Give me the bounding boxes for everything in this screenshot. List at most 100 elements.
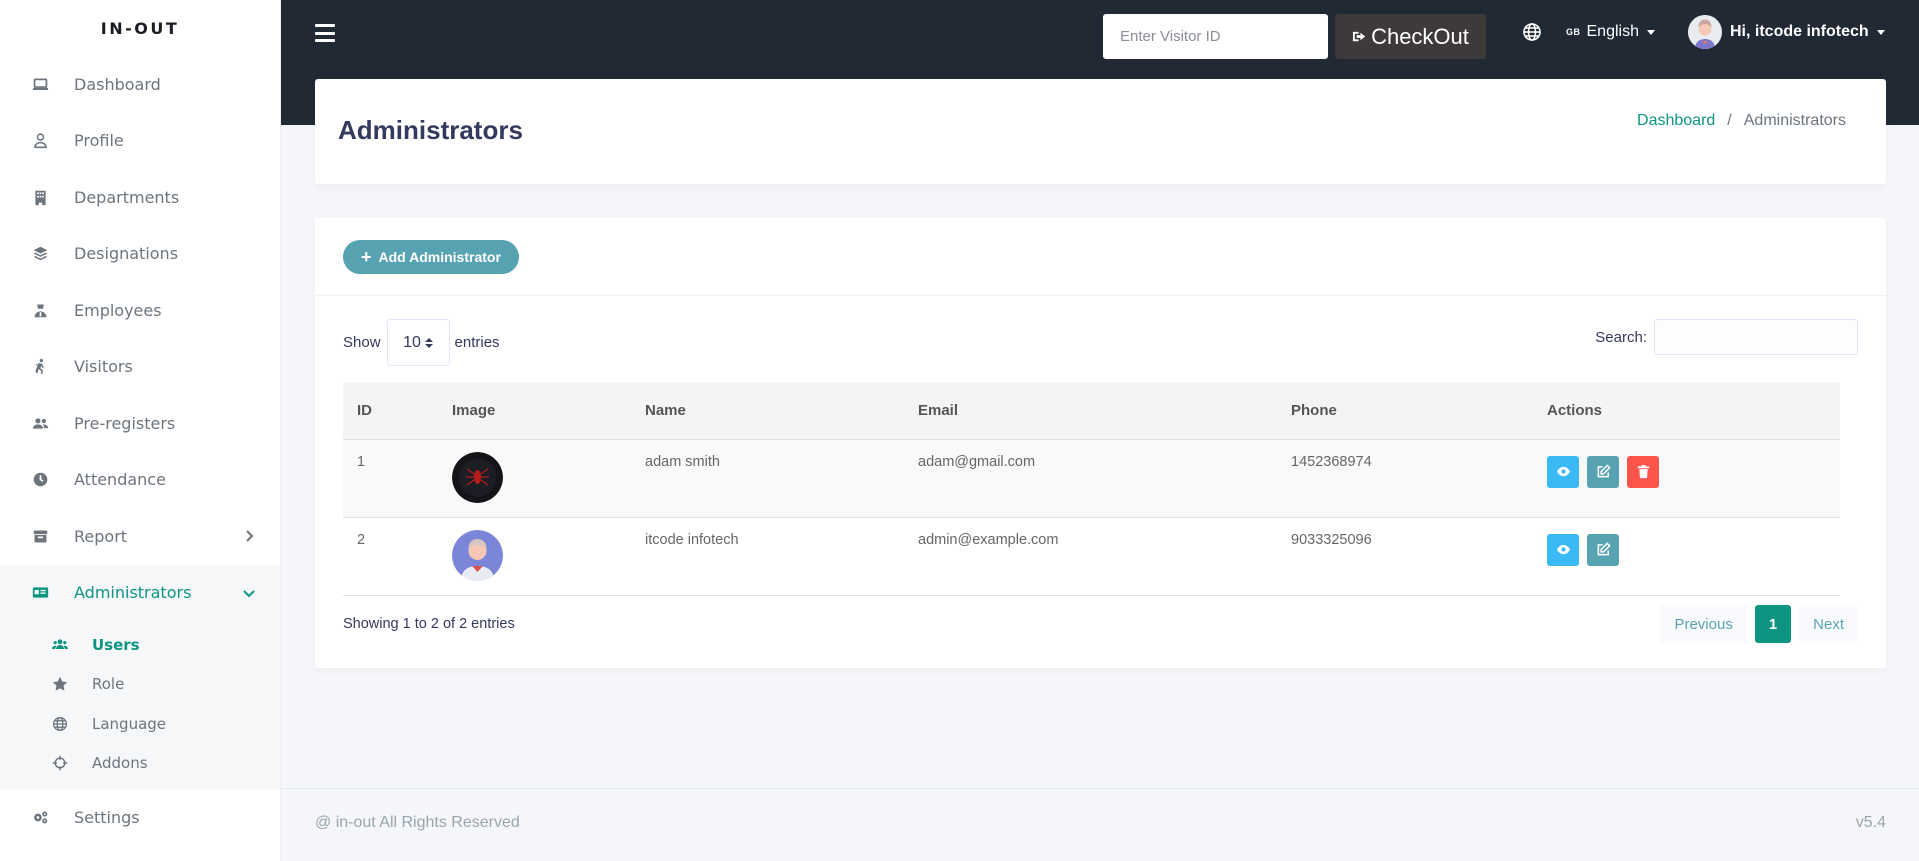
sidebar-item-label: Visitors	[74, 357, 133, 377]
sidebar-subitem-language[interactable]: Language	[0, 704, 280, 744]
sidebar-item-dashboard[interactable]: Dashboard	[0, 56, 280, 113]
plus-icon: +	[361, 247, 372, 267]
trash-icon	[1637, 464, 1649, 479]
pagination-page-1[interactable]: 1	[1754, 605, 1792, 643]
walking-icon	[30, 357, 50, 377]
cell-id: 2	[357, 531, 366, 548]
cell-image	[438, 517, 631, 595]
checkout-label: CheckOut	[1371, 23, 1469, 49]
view-button[interactable]	[1547, 455, 1579, 488]
eye-icon	[1556, 466, 1570, 477]
users-icon	[30, 413, 50, 433]
sidebar-subitem-label: Language	[92, 714, 167, 733]
menu-toggle-icon[interactable]	[315, 24, 335, 42]
sidebar-item-label: Employees	[74, 300, 162, 320]
sidebar-item-label: Dashboard	[74, 74, 161, 94]
chevron-right-icon	[246, 530, 254, 542]
archive-icon	[30, 526, 50, 546]
cell-name: adam smith	[645, 453, 720, 470]
column-header-email[interactable]: Email	[904, 382, 1277, 439]
breadcrumb-dashboard[interactable]: Dashboard	[1637, 112, 1715, 130]
language-dropdown[interactable]: GB English	[1566, 20, 1655, 44]
column-header-image[interactable]: Image	[438, 382, 631, 439]
edit-icon	[1597, 464, 1611, 478]
cell-image	[438, 439, 631, 517]
table-header-row: ID Image Name Email Phone Actions	[343, 382, 1840, 439]
pagination-previous[interactable]: Previous	[1660, 605, 1747, 643]
user-tie-icon	[30, 300, 50, 320]
view-button[interactable]	[1547, 533, 1579, 566]
entries-select[interactable]: 10	[386, 319, 450, 366]
cell-email: adam@gmail.com	[918, 453, 1036, 470]
card-header: + Add Administrator	[315, 218, 1886, 296]
checkout-button[interactable]: CheckOut	[1335, 14, 1486, 59]
user-icon	[30, 131, 50, 151]
users-icon	[50, 636, 70, 654]
sidebar-item-attendance[interactable]: Attendance	[0, 452, 280, 509]
footer-copyright: @ in-out All Rights Reserved	[315, 814, 520, 831]
sidebar-item-report[interactable]: Report	[0, 508, 280, 565]
sidebar-nav: Dashboard Profile Departments Designatio…	[0, 56, 280, 621]
page-header: Administrators Dashboard / Administrator…	[315, 79, 1886, 184]
sidebar-subitem-role[interactable]: Role	[0, 665, 280, 705]
entries-value: 10	[403, 333, 421, 351]
building-icon	[30, 187, 50, 207]
search-label: Search:	[1595, 328, 1647, 346]
column-header-name[interactable]: Name	[631, 382, 904, 439]
avatar	[1688, 15, 1722, 49]
visitor-id-input[interactable]	[1103, 14, 1328, 59]
table-search: Search:	[1595, 319, 1858, 355]
sidebar-item-label: Report	[74, 526, 128, 546]
layers-icon	[30, 244, 50, 264]
sidebar-item-designations[interactable]: Designations	[0, 226, 280, 283]
avatar	[452, 451, 503, 503]
sidebar-item-label: Departments	[74, 187, 180, 207]
edit-button[interactable]	[1587, 533, 1619, 566]
delete-button[interactable]	[1627, 455, 1659, 488]
entries-length-control: Show 10 entries	[343, 319, 500, 366]
clock-icon	[30, 470, 50, 490]
pagination-next[interactable]: Next	[1799, 605, 1858, 643]
sidebar-item-administrators[interactable]: Administrators	[0, 564, 280, 621]
sidebar-subitem-addons[interactable]: Addons	[0, 744, 280, 784]
administrators-submenu: Users Role Language Addons	[0, 621, 280, 789]
brand-logo[interactable]: IN-OUT	[0, 0, 280, 56]
breadcrumb-current: Administrators	[1743, 112, 1846, 129]
user-dropdown[interactable]: Hi, itcode infotech	[1688, 14, 1885, 50]
column-header-id[interactable]: ID	[343, 382, 438, 439]
caret-down-icon	[1876, 29, 1885, 35]
sidebar-item-visitors[interactable]: Visitors	[0, 339, 280, 396]
add-administrator-button[interactable]: + Add Administrator	[343, 240, 519, 274]
sidebar-item-employees[interactable]: Employees	[0, 282, 280, 339]
sidebar-subitem-label: Addons	[92, 754, 148, 773]
cell-actions	[1533, 517, 1840, 595]
breadcrumb-separator: /	[1727, 112, 1732, 129]
footer-version: v5.4	[1855, 814, 1886, 831]
sidebar-subitem-label: Users	[92, 635, 140, 654]
sign-out-icon	[1353, 31, 1366, 42]
user-greeting: Hi, itcode infotech	[1730, 23, 1869, 40]
sidebar-item-label: Administrators	[74, 583, 192, 603]
column-header-phone[interactable]: Phone	[1277, 382, 1533, 439]
search-input[interactable]	[1654, 319, 1858, 355]
language-label: English	[1586, 23, 1639, 40]
edit-button[interactable]	[1587, 455, 1619, 488]
globe-icon[interactable]	[1522, 22, 1542, 42]
table-row: 1 adam smith adam@gmail.com 1452368974	[343, 439, 1840, 517]
sidebar: IN-OUT Dashboard Profile Departments Des…	[0, 0, 281, 861]
edit-icon	[1597, 542, 1611, 556]
add-administrator-label: Add Administrator	[378, 249, 501, 265]
sidebar-item-pre-registers[interactable]: Pre-registers	[0, 395, 280, 452]
sidebar-item-departments[interactable]: Departments	[0, 169, 280, 226]
sidebar-item-settings[interactable]: Settings	[0, 789, 280, 846]
sidebar-subitem-users[interactable]: Users	[0, 625, 280, 665]
sidebar-subitem-label: Role	[92, 675, 125, 694]
pagination: Previous 1 Next	[1660, 605, 1858, 643]
cell-phone: 9033325096	[1291, 531, 1372, 548]
show-label: Show	[343, 334, 381, 351]
table-info: Showing 1 to 2 of 2 entries	[343, 616, 515, 632]
cell-phone: 1452368974	[1291, 453, 1372, 470]
administrators-card: + Add Administrator Show 10 entries Sear…	[315, 218, 1886, 668]
sidebar-item-profile[interactable]: Profile	[0, 113, 280, 170]
sidebar-item-label: Settings	[74, 807, 140, 827]
